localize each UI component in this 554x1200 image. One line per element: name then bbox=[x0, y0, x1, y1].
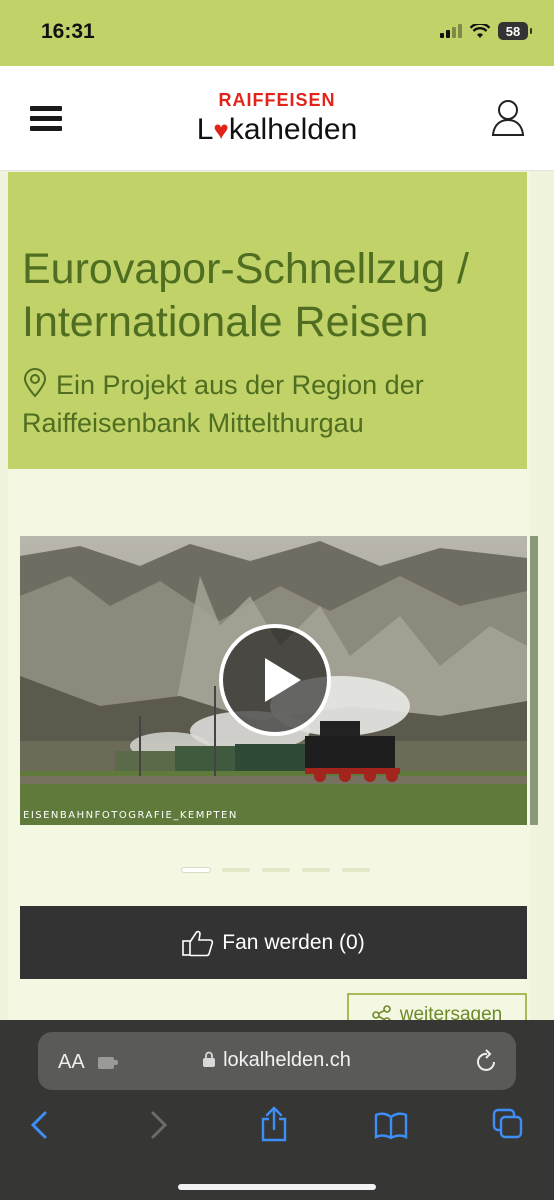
project-region: Ein Projekt aus der Region der Raiffeise… bbox=[22, 366, 522, 442]
slide-dot-3[interactable] bbox=[262, 868, 290, 872]
status-bar: 16:31 58 bbox=[0, 0, 554, 66]
slide-dot-2[interactable] bbox=[222, 868, 250, 872]
slide-dot-4[interactable] bbox=[302, 868, 330, 872]
fan-button-label: Fan werden (0) bbox=[222, 930, 365, 954]
map-pin-icon bbox=[23, 368, 47, 398]
logo-wordmark-rest: kalhelden bbox=[228, 113, 358, 146]
slide-indicators bbox=[182, 868, 370, 872]
forward-icon[interactable] bbox=[150, 1110, 168, 1140]
project-hero: Eurovapor-Schnellzug / Internationale Re… bbox=[8, 172, 527, 469]
logo[interactable]: RAIFFEISEN L♥kalhelden bbox=[0, 90, 554, 148]
url-label: lokalhelden.ch bbox=[223, 1049, 351, 1071]
logo-letter-l: L bbox=[196, 113, 214, 146]
logo-wordmark: L♥kalhelden bbox=[0, 112, 554, 148]
bookmarks-icon[interactable] bbox=[374, 1112, 408, 1140]
browser-bar: AA lokalhelden.ch bbox=[0, 1020, 554, 1200]
url-text[interactable]: lokalhelden.ch bbox=[38, 1049, 516, 1072]
video-slide[interactable]: EISENBAHNFOTOGRAFIE_KEMPTEN bbox=[20, 536, 527, 825]
browser-toolbar bbox=[0, 1104, 554, 1150]
project-region-text: Ein Projekt aus der Region der Raiffeise… bbox=[22, 370, 424, 438]
user-icon[interactable] bbox=[490, 98, 526, 138]
address-bar[interactable]: AA lokalhelden.ch bbox=[38, 1032, 516, 1090]
photo-credit: EISENBAHNFOTOGRAFIE_KEMPTEN bbox=[23, 810, 238, 821]
status-time: 16:31 bbox=[41, 20, 95, 43]
status-icons: 58 bbox=[440, 22, 532, 40]
logo-brand-top: RAIFFEISEN bbox=[218, 90, 336, 110]
home-indicator bbox=[178, 1184, 376, 1190]
play-icon[interactable] bbox=[219, 624, 331, 736]
fan-button[interactable]: Fan werden (0) bbox=[20, 906, 527, 979]
back-icon[interactable] bbox=[30, 1110, 48, 1140]
thumbs-up-icon bbox=[182, 930, 214, 956]
page-title: Eurovapor-Schnellzug / Internationale Re… bbox=[22, 244, 469, 346]
tabs-icon[interactable] bbox=[492, 1108, 524, 1140]
wifi-icon bbox=[470, 23, 490, 38]
slide-dot-1[interactable] bbox=[182, 868, 210, 872]
slide-dot-5[interactable] bbox=[342, 868, 370, 872]
signal-icon bbox=[440, 24, 462, 38]
reload-icon[interactable] bbox=[476, 1049, 498, 1073]
lock-icon bbox=[203, 1051, 216, 1067]
share-sheet-icon[interactable] bbox=[260, 1106, 288, 1142]
heart-icon: ♥ bbox=[213, 115, 229, 145]
site-header: RAIFFEISEN L♥kalhelden bbox=[0, 66, 554, 171]
next-slide-preview[interactable] bbox=[530, 536, 538, 825]
battery-indicator: 58 bbox=[498, 22, 532, 40]
main-content: Eurovapor-Schnellzug / Internationale Re… bbox=[8, 172, 538, 1037]
